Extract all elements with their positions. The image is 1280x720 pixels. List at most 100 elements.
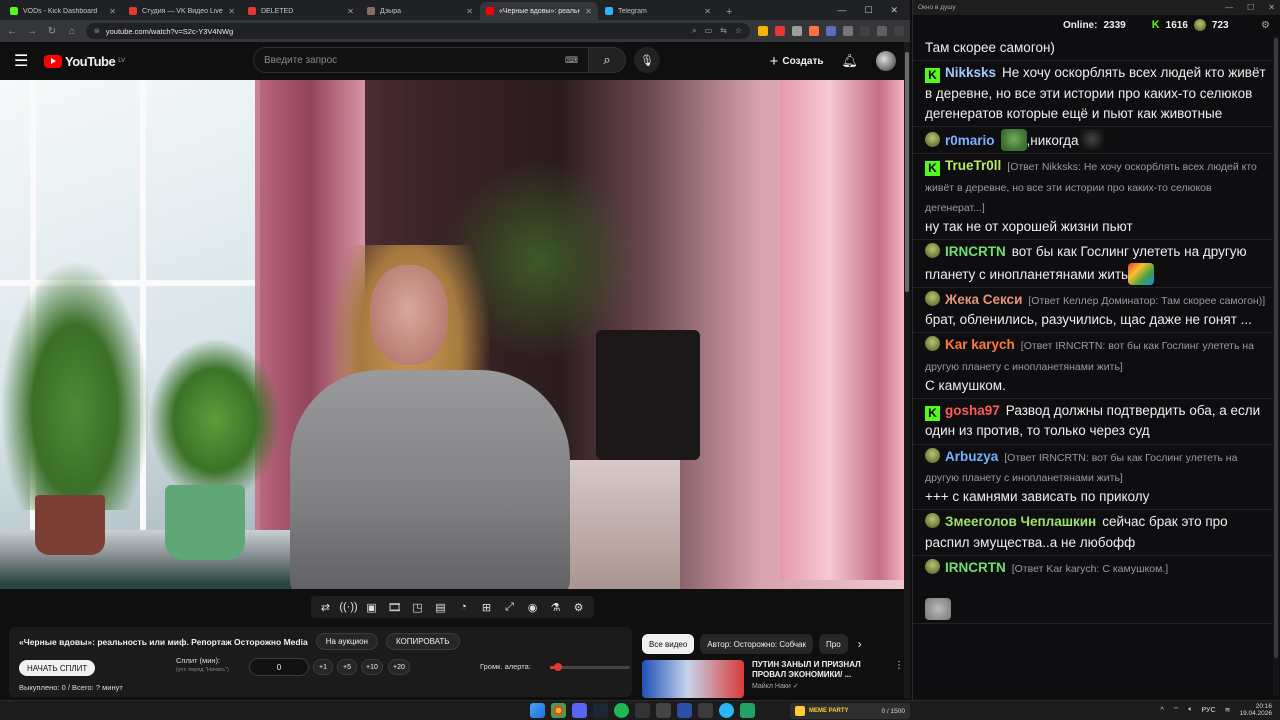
keyboard-icon[interactable]: ⌨ xyxy=(565,55,578,66)
maximize-icon[interactable]: ☐ xyxy=(1247,3,1254,12)
url-field[interactable]: ⊜ youtube.com/watch?v=S2c-Y3V4NWg ⌕ ▭ ⇆ … xyxy=(86,23,750,39)
add-clip-icon[interactable]: ⊞ xyxy=(478,598,496,616)
broadcast-icon[interactable]: ((·)) xyxy=(339,598,357,616)
chat-username[interactable]: gosha97 xyxy=(945,403,1000,418)
translate-icon[interactable]: ⇆ xyxy=(720,26,727,36)
alert-volume-knob[interactable] xyxy=(554,663,562,671)
chip-author[interactable]: Автор: Осторожно: Собчак xyxy=(700,634,814,654)
chat-username[interactable]: Kar karych xyxy=(945,337,1015,352)
tab-close-icon[interactable]: ✕ xyxy=(228,7,235,16)
tab-close-icon[interactable]: ✕ xyxy=(347,7,354,16)
cast-icon[interactable]: ▭ xyxy=(705,26,713,36)
search-button[interactable]: ⌕ xyxy=(588,47,626,73)
scrollbar-thumb[interactable] xyxy=(1274,38,1278,658)
notifications-bell-icon[interactable]: 🔔︎ xyxy=(841,53,858,69)
gear-icon[interactable]: ⚙ xyxy=(1261,20,1270,31)
start-split-button[interactable]: НАЧАТЬ СПЛИТ xyxy=(19,660,96,676)
flask-icon[interactable]: ⚗ xyxy=(547,598,565,616)
chat-scrollbar[interactable] xyxy=(1273,36,1279,696)
increment-1-button[interactable]: +1 xyxy=(313,659,333,675)
maximize-icon[interactable]: ☐ xyxy=(864,5,872,16)
menu-dots-icon[interactable] xyxy=(894,26,904,36)
meme-party-widget[interactable]: MEME PARTY 0 / 1500 xyxy=(790,703,910,719)
search-input[interactable]: Введите запрос ⌨ xyxy=(253,47,588,73)
tab-close-icon[interactable]: ✕ xyxy=(585,7,592,16)
scrollbar-thumb[interactable] xyxy=(905,52,909,292)
download-icon[interactable] xyxy=(860,26,870,36)
extension-icon[interactable] xyxy=(792,26,802,36)
site-info-icon[interactable]: ⊜ xyxy=(94,27,100,35)
browser-tab[interactable]: DELETED ✕ xyxy=(242,2,360,20)
tab-close-icon[interactable]: ✕ xyxy=(466,7,473,16)
menu-icon[interactable]: ☰ xyxy=(14,51,36,71)
voice-search-button[interactable]: 🎙 xyxy=(634,47,660,73)
app-icon[interactable] xyxy=(740,703,755,718)
extension-icon[interactable] xyxy=(809,26,819,36)
close-icon[interactable]: ✕ xyxy=(1268,3,1275,12)
split-minutes-input[interactable]: 0 xyxy=(249,658,309,676)
tab-close-icon[interactable]: ✕ xyxy=(109,7,116,16)
spotify-icon[interactable] xyxy=(614,703,629,718)
browser-tab[interactable]: Студия — VK Видео Live ✕ xyxy=(123,2,241,20)
film-icon[interactable]: 🎞︎ xyxy=(386,598,404,616)
app-icon[interactable] xyxy=(677,703,692,718)
network-icon[interactable]: ⌔ xyxy=(1173,706,1180,715)
language-indicator[interactable]: РУС xyxy=(1202,707,1216,714)
page-scrollbar[interactable] xyxy=(904,42,910,698)
pip-icon[interactable]: ◳ xyxy=(409,598,427,616)
chevron-up-icon[interactable]: ^ xyxy=(1160,707,1163,714)
chat-username[interactable]: IRNCRTN xyxy=(945,244,1006,259)
chat-username[interactable]: IRNCRTN xyxy=(945,560,1006,575)
avatar[interactable] xyxy=(876,51,896,71)
increment-20-button[interactable]: +20 xyxy=(388,659,410,675)
obs-icon[interactable] xyxy=(635,703,650,718)
screenshot-icon[interactable]: ◉ xyxy=(524,598,542,616)
minimize-icon[interactable]: — xyxy=(1225,3,1233,12)
minimize-icon[interactable]: — xyxy=(837,5,846,16)
app-icon[interactable] xyxy=(698,703,713,718)
steam-icon[interactable] xyxy=(593,703,608,718)
watch-later-icon[interactable]: ▣ xyxy=(363,598,381,616)
extension-icon[interactable] xyxy=(758,26,768,36)
volume-icon[interactable]: 🔈︎ xyxy=(1188,706,1192,714)
close-icon[interactable]: ✕ xyxy=(890,5,898,16)
zoom-icon[interactable]: ⌕ xyxy=(692,26,696,36)
chat-username[interactable]: Жека Секси xyxy=(945,292,1022,307)
related-video-channel[interactable]: Майкл Наки ✓ xyxy=(752,682,886,690)
increment-5-button[interactable]: +5 xyxy=(337,659,357,675)
browser-tab[interactable]: Дзыра ✕ xyxy=(361,2,479,20)
auction-button[interactable]: На аукцион xyxy=(315,633,378,650)
related-video-title[interactable]: ПУТИН ЗАНЫЛ И ПРИЗНАЛ ПРОВАЛ ЭКОНОМИКИ/ … xyxy=(752,660,886,680)
chat-username[interactable]: Змееголов Чеплашкин xyxy=(945,514,1096,529)
chip-all[interactable]: Все видео xyxy=(642,634,695,654)
chat-username[interactable]: Arbuzya xyxy=(945,449,998,464)
wifi-icon[interactable]: ≋ xyxy=(1225,706,1231,714)
increment-10-button[interactable]: +10 xyxy=(361,659,383,675)
create-button[interactable]: + Создать xyxy=(770,53,824,70)
chrome-icon[interactable] xyxy=(551,703,566,718)
alert-volume-slider[interactable] xyxy=(550,663,630,671)
loop-icon[interactable]: ⇄ xyxy=(317,598,335,616)
back-icon[interactable]: ← xyxy=(6,26,18,37)
puzzle-icon[interactable] xyxy=(843,26,853,36)
browser-tab[interactable]: Telegram ✕ xyxy=(599,2,717,20)
more-vert-icon[interactable]: ⋮ xyxy=(894,660,904,698)
speed-icon[interactable]: ◔ xyxy=(455,598,473,616)
extension-icon[interactable] xyxy=(826,26,836,36)
app-icon[interactable] xyxy=(656,703,671,718)
bookmark-star-icon[interactable]: ☆ xyxy=(735,26,742,36)
copy-button[interactable]: КОПИРОВАТЬ xyxy=(385,633,460,650)
chat-username[interactable]: Nikksks xyxy=(945,65,996,80)
chat-username[interactable]: TrueTr0ll xyxy=(945,158,1001,173)
clock[interactable]: 20:16 19.04.2026 xyxy=(1239,703,1272,717)
chip-more[interactable]: Про xyxy=(819,634,848,654)
chat-username[interactable]: r0mario xyxy=(945,133,995,148)
theater-icon[interactable]: ▤ xyxy=(432,598,450,616)
video-player[interactable] xyxy=(0,80,904,589)
home-icon[interactable]: ⌂ xyxy=(66,26,78,37)
chevron-right-icon[interactable]: › xyxy=(858,637,862,651)
gear-icon[interactable]: ⚙ xyxy=(570,598,588,616)
new-tab-button[interactable]: + xyxy=(718,6,740,20)
reload-icon[interactable]: ↻ xyxy=(46,26,58,37)
windows-start-icon[interactable] xyxy=(530,703,545,718)
